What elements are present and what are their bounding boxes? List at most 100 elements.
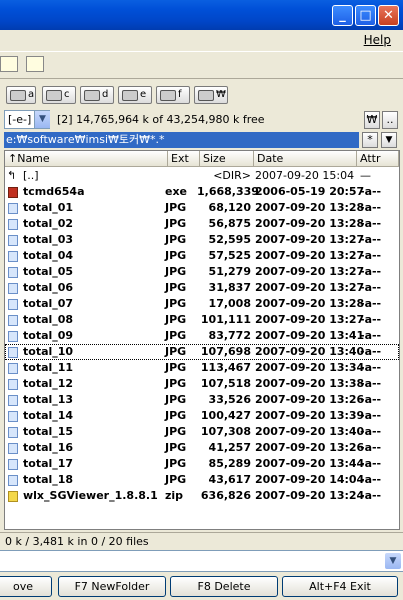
file-row[interactable]: total_14 JPG 100,427 2007-09-20 13:39 -a-- (5, 408, 399, 424)
file-ext: JPG (165, 377, 187, 390)
chevron-down-icon[interactable]: ▼ (385, 553, 401, 569)
file-row[interactable]: total_05 JPG 51,279 2007-09-20 13:27 -a-- (5, 264, 399, 280)
column-header-attr[interactable]: Attr (357, 151, 399, 167)
file-row[interactable]: total_11 JPG 113,467 2007-09-20 13:34 -a-- (5, 360, 399, 376)
drive-c-button[interactable]: c (42, 86, 76, 104)
file-date: 2007-09-20 13:27 (255, 265, 365, 278)
file-date: 2007-09-20 13:28 (255, 201, 365, 214)
file-row[interactable]: total_08 JPG 101,111 2007-09-20 13:27 -a-- (5, 312, 399, 328)
menu-help[interactable]: Help (364, 33, 391, 47)
file-name: total_06 (23, 281, 74, 294)
file-ext: JPG (165, 249, 187, 262)
column-header-size[interactable]: Size (200, 151, 254, 167)
file-ext: JPG (165, 329, 187, 342)
file-row[interactable]: wlx_SGViewer_1.8.8.1 zip 636,826 2007-09-20… (5, 488, 399, 504)
network-drive-button[interactable]: ₩ (194, 86, 228, 104)
file-size: 107,518 (200, 377, 251, 390)
image-file-icon (8, 251, 18, 262)
file-ext: JPG (165, 313, 187, 326)
file-ext: JPG (165, 233, 187, 246)
file-attr: -a-- (360, 377, 382, 390)
file-size: <DIR> (213, 169, 251, 182)
drive-d-button[interactable]: d (80, 86, 114, 104)
drive-e-button[interactable]: e (118, 86, 152, 104)
drive-label: d (102, 89, 109, 100)
file-list-panel[interactable]: ↑Name Ext Size Date Attr ↰ [..] <DIR> 2007-… (4, 150, 400, 530)
file-row[interactable]: total_07 JPG 17,008 2007-09-20 13:28 -a-- (5, 296, 399, 312)
menu-bar (0, 30, 403, 50)
file-attr: -a-- (360, 233, 382, 246)
file-row[interactable]: total_15 JPG 107,308 2007-09-20 13:40 -a-- (5, 424, 399, 440)
network-icon (198, 90, 214, 101)
minimize-button[interactable]: _ (332, 5, 353, 26)
drive-a-button[interactable]: a (6, 86, 36, 104)
file-ext: JPG (165, 457, 187, 470)
root-dir-button[interactable]: ₩ (364, 111, 380, 129)
file-row[interactable]: total_13 JPG 33,526 2007-09-20 13:26 -a-- (5, 392, 399, 408)
file-row[interactable]: ↰ [..] <DIR> 2007-09-20 15:04 — (5, 168, 399, 184)
image-file-icon (8, 443, 18, 454)
image-file-icon (8, 299, 18, 310)
maximize-button[interactable]: □ (355, 5, 376, 26)
file-row[interactable]: total_03 JPG 52,595 2007-09-20 13:27 -a-- (5, 232, 399, 248)
command-line-input[interactable] (0, 550, 403, 572)
current-path[interactable]: e:₩software₩imsi₩토커₩*.* (4, 132, 359, 148)
column-header-name[interactable]: ↑Name (5, 151, 168, 167)
file-row[interactable]: tcmd654a exe 1,668,339 2006-05-19 20:57 -a-- (5, 184, 399, 200)
file-attr: -a-- (360, 393, 382, 406)
new-folder-button[interactable]: F7 NewFolder (58, 576, 166, 597)
file-row[interactable]: total_12 JPG 107,518 2007-09-20 13:38 -a-- (5, 376, 399, 392)
file-size: 57,525 (208, 249, 251, 262)
file-name: total_02 (23, 217, 74, 230)
file-name: total_04 (23, 249, 74, 262)
file-name: total_12 (23, 377, 74, 390)
file-name: wlx_SGViewer_1.8.8.1 (23, 489, 158, 502)
file-attr: -a-- (360, 441, 382, 454)
file-row[interactable]: total_04 JPG 57,525 2007-09-20 13:27 -a-- (5, 248, 399, 264)
file-attr: -a-- (360, 313, 382, 326)
file-row[interactable]: total_10 JPG 107,698 2007-09-20 13:40 -a-- (5, 344, 399, 360)
file-size: 1,668,339 (197, 185, 259, 198)
file-attr: -a-- (360, 217, 382, 230)
file-row[interactable]: total_17 JPG 85,289 2007-09-20 13:44 -a-- (5, 456, 399, 472)
file-date: 2007-09-20 13:40 (255, 345, 365, 358)
file-row[interactable]: total_16 JPG 41,257 2007-09-20 13:26 -a-- (5, 440, 399, 456)
file-name: total_01 (23, 201, 74, 214)
file-attr: -a-- (360, 361, 382, 374)
move-button[interactable]: ove (0, 576, 52, 597)
column-header-ext[interactable]: Ext (168, 151, 200, 167)
notepad-icon[interactable] (26, 56, 44, 72)
drive-label: a (28, 89, 35, 100)
column-header-date[interactable]: Date (254, 151, 357, 167)
file-attr: -a-- (360, 281, 382, 294)
hard-drive-icon (46, 90, 62, 101)
file-size: 636,826 (200, 489, 251, 502)
edit-icon[interactable] (0, 56, 18, 72)
filter-button[interactable]: * (362, 132, 378, 148)
file-ext: JPG (165, 201, 187, 214)
file-name: total_10 (23, 345, 74, 358)
file-row[interactable]: total_09 JPG 83,772 2007-09-20 13:41 -a-- (5, 328, 399, 344)
file-ext: JPG (165, 393, 187, 406)
file-size: 68,120 (208, 201, 251, 214)
file-attr: -a-- (360, 185, 382, 198)
file-row[interactable]: total_06 JPG 31,837 2007-09-20 13:27 -a-- (5, 280, 399, 296)
file-row[interactable]: total_18 JPG 43,617 2007-09-20 14:04 -a-- (5, 472, 399, 488)
history-button[interactable]: ▼ (381, 132, 397, 148)
file-row[interactable]: total_02 JPG 56,875 2007-09-20 13:28 -a-- (5, 216, 399, 232)
file-date: 2007-09-20 13:44 (255, 457, 365, 470)
file-date: 2007-09-20 13:28 (255, 297, 365, 310)
chevron-down-icon[interactable]: ▼ (34, 111, 50, 128)
image-file-icon (8, 411, 18, 422)
drive-label: e (140, 89, 147, 100)
parent-dir-button[interactable]: .. (382, 111, 398, 129)
file-size: 83,772 (208, 329, 251, 342)
drive-label: f (178, 89, 182, 100)
file-row[interactable]: total_01 JPG 68,120 2007-09-20 13:28 -a-- (5, 200, 399, 216)
file-size: 56,875 (208, 217, 251, 230)
close-button[interactable]: ✕ (378, 5, 399, 26)
exit-button[interactable]: Alt+F4 Exit (282, 576, 398, 597)
drive-f-button[interactable]: f (156, 86, 190, 104)
image-file-icon (8, 363, 18, 374)
delete-button[interactable]: F8 Delete (170, 576, 278, 597)
